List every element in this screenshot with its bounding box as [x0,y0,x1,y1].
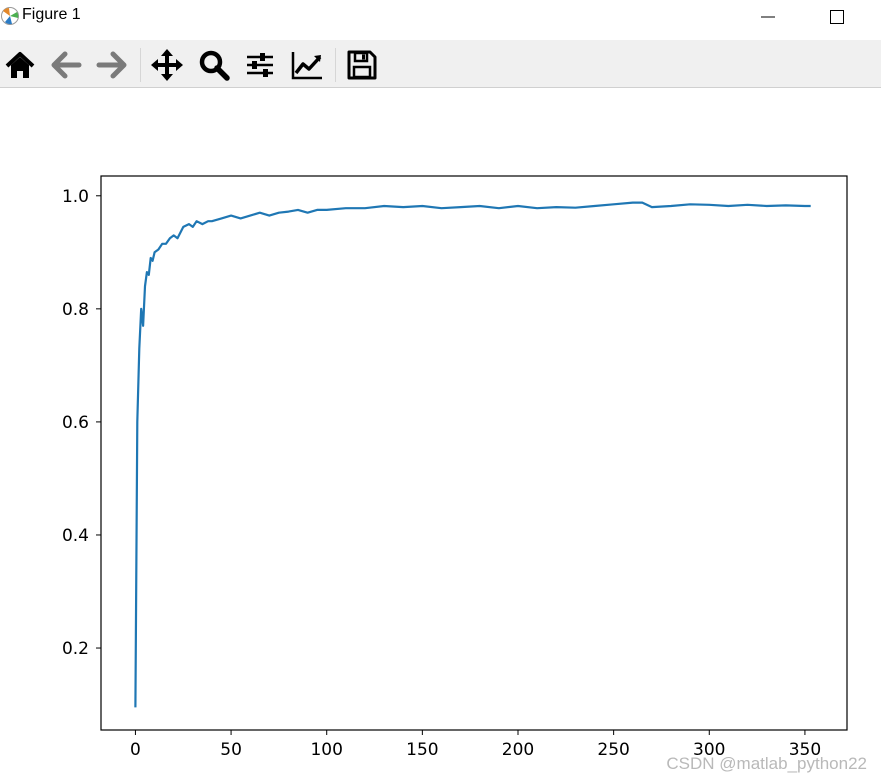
x-tick-label: 100 [310,740,342,760]
x-tick-label: 250 [597,740,629,760]
sliders-icon [247,53,273,77]
magnifier-icon [199,50,230,81]
maximize-button[interactable] [822,4,852,30]
forward-button[interactable] [95,48,129,82]
title-bar: Figure 1 [0,0,881,40]
edit-axis-button[interactable] [290,48,324,82]
move-icon [151,49,183,81]
floppy-disk-icon [347,50,377,80]
y-tick-label: 0.8 [62,300,89,320]
window-title: Figure 1 [22,6,81,23]
matplotlib-icon [1,7,19,25]
x-tick-label: 50 [220,740,242,760]
configure-subplots-button[interactable] [243,48,277,82]
home-button[interactable] [3,48,37,82]
arrow-left-icon [51,51,82,79]
toolbar-separator [335,48,336,82]
y-tick-label: 1.0 [62,187,89,207]
back-button[interactable] [49,48,83,82]
pan-button[interactable] [150,48,184,82]
line-chart: 0 50 100 150 200 250 300 3500.20.40.60.81.0 [62,175,848,760]
y-tick-label: 0.2 [62,639,89,659]
y-tick-label: 0.6 [62,413,89,433]
navigation-toolbar [0,40,881,88]
minimize-icon [761,16,775,18]
x-tick-label: 0 [130,740,141,760]
watermark: CSDN @matlab_python22 [666,754,867,773]
y-tick-label: 0.4 [62,526,89,546]
minimize-button[interactable] [753,4,783,30]
toolbar-separator [140,48,141,82]
x-tick-label: 150 [406,740,438,760]
save-button[interactable] [345,48,379,82]
axes-frame [100,175,848,731]
x-tick-label: 200 [502,740,534,760]
maximize-icon [830,10,844,24]
home-icon [5,52,35,78]
zoom-button[interactable] [197,48,231,82]
line-chart-icon [291,52,322,80]
arrow-right-icon [96,51,127,79]
